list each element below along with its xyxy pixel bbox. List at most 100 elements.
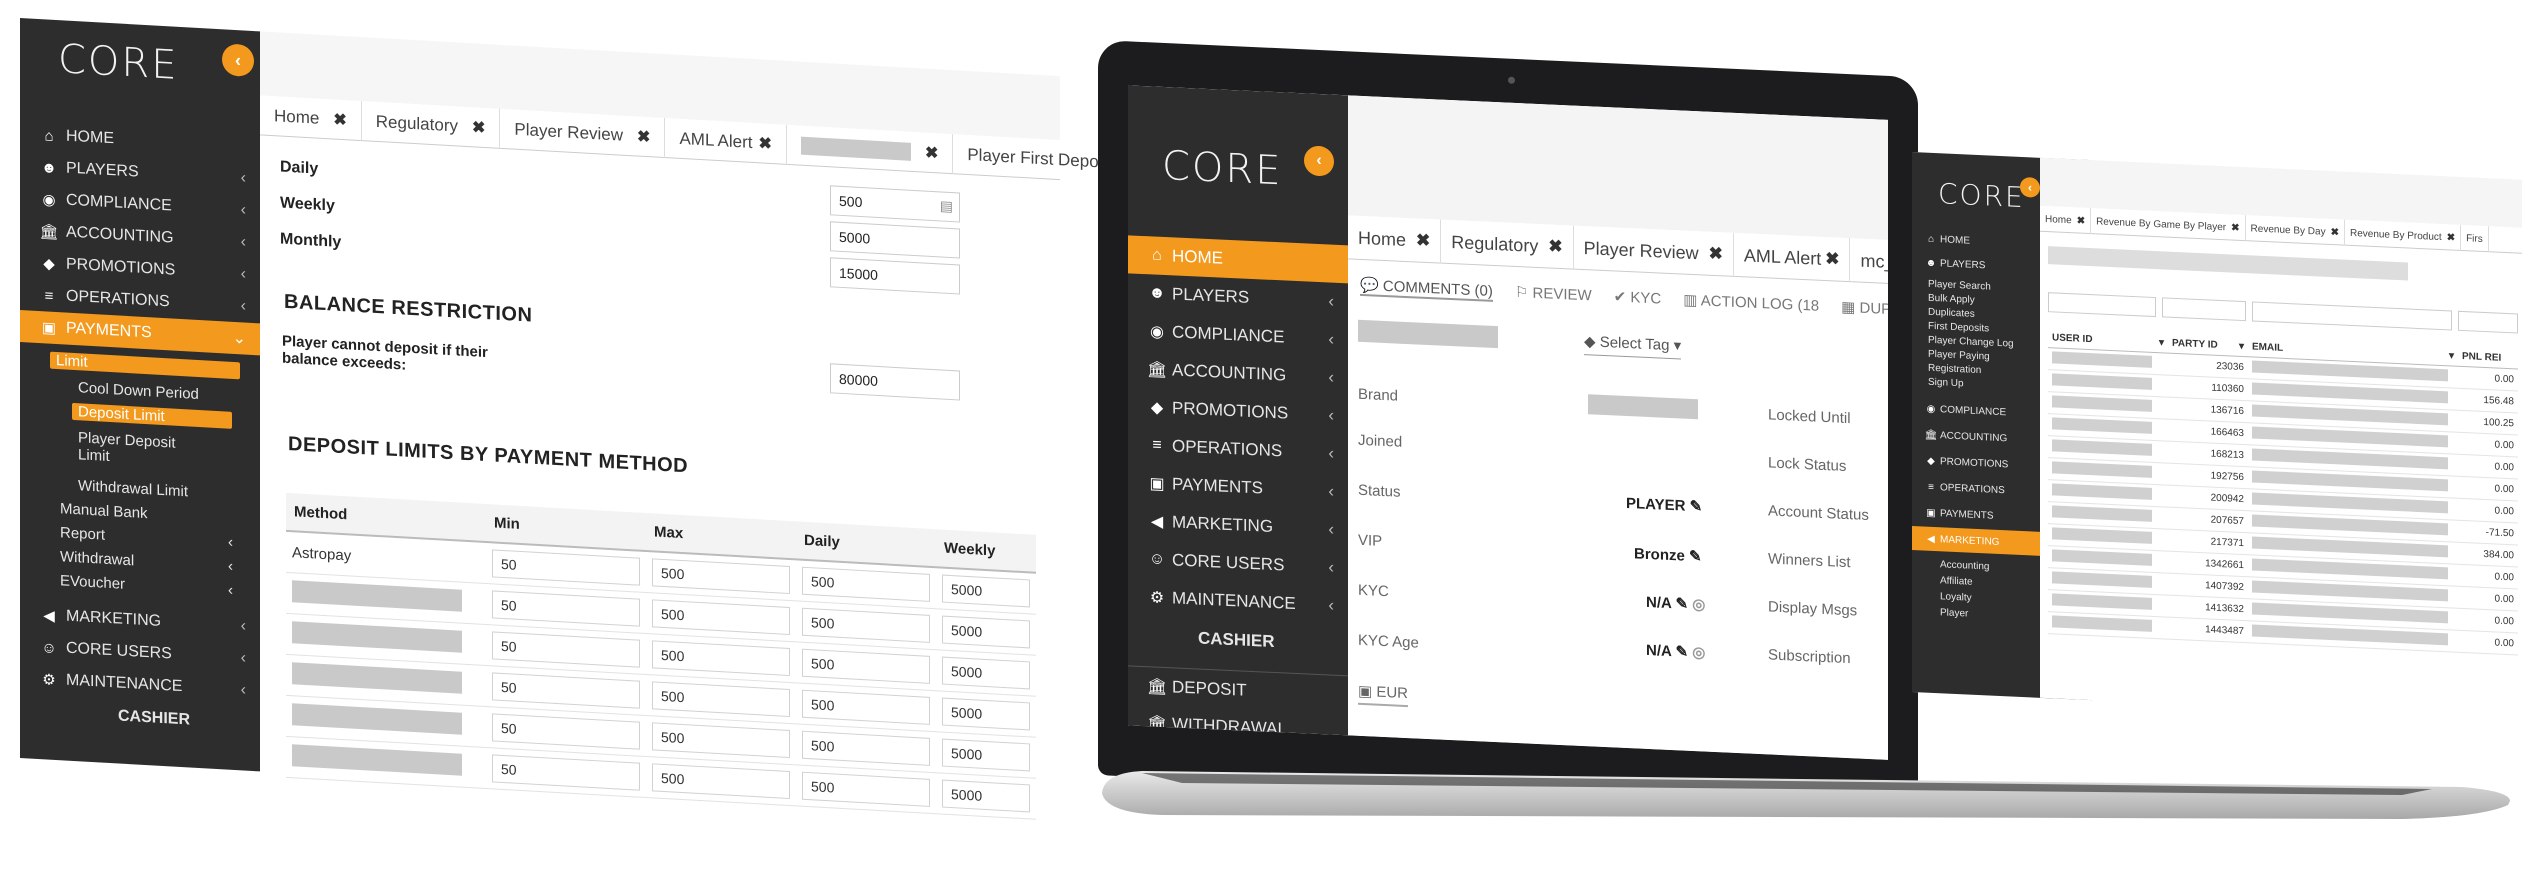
submenu-item[interactable]: Loyalty <box>1940 591 1972 603</box>
daily-input[interactable]: 500 <box>802 648 930 684</box>
tab-aml-alert[interactable]: AML Alert ✖ <box>665 118 787 165</box>
submenu-item[interactable]: Player Search <box>1928 279 1991 293</box>
weekly-input[interactable]: 5000 <box>942 656 1030 690</box>
filter-input[interactable] <box>2252 301 2452 331</box>
monthly-limit-input[interactable]: 5000 <box>830 221 960 259</box>
min-input[interactable]: 50 <box>492 672 640 709</box>
column-header-pnl[interactable]: PNL REI <box>2458 346 2518 370</box>
edit-icon[interactable]: ✎ <box>1685 548 1702 566</box>
max-input[interactable]: 500 <box>652 558 790 595</box>
min-input[interactable]: 50 <box>492 713 640 750</box>
close-icon[interactable]: ✖ <box>1825 249 1839 270</box>
sort-icon[interactable]: ▾ <box>2449 350 2454 361</box>
submenu-item[interactable]: Registration <box>1928 363 1981 376</box>
close-icon[interactable]: ✖ <box>2447 232 2455 243</box>
sort-icon[interactable]: ▾ <box>2239 341 2244 352</box>
submenu-item[interactable]: Affiliate <box>1940 575 1973 587</box>
subtab-review[interactable]: ⚐ REVIEW <box>1515 283 1592 306</box>
calendar-icon[interactable]: ▤ <box>940 197 953 215</box>
fingerprint-icon[interactable]: ◎ <box>1688 596 1705 614</box>
max-input[interactable]: 500 <box>652 640 790 677</box>
submenu-manual-bank[interactable]: Manual Bank <box>60 500 148 522</box>
select-tag-dropdown[interactable]: ◆ Select Tag ▾ <box>1584 332 1682 360</box>
daily-input[interactable]: 500 <box>802 771 930 807</box>
submenu-item[interactable]: Player Change Log <box>1928 335 2014 350</box>
tab-revenue-by-day[interactable]: Revenue By Day ✖ <box>2245 215 2345 246</box>
min-input[interactable]: 50 <box>492 590 640 627</box>
daily-input[interactable]: 500 <box>802 566 930 602</box>
weekly-input[interactable]: 5000 <box>942 697 1030 731</box>
subtab-duplicates[interactable]: ▦ DUPLICAT <box>1841 298 1888 322</box>
close-icon[interactable]: ✖ <box>1709 244 1723 265</box>
subtab-action-log[interactable]: ▥ ACTION LOG (18 <box>1683 291 1819 317</box>
extra-limit-input[interactable]: 15000 <box>830 257 960 295</box>
edit-icon[interactable]: ✎ <box>1671 595 1688 613</box>
close-icon[interactable]: ✖ <box>2331 227 2339 238</box>
daily-input[interactable]: 500 <box>802 730 930 766</box>
close-icon[interactable]: ✖ <box>637 126 650 147</box>
subtab-comments[interactable]: 💬 COMMENTS (0) <box>1360 275 1493 302</box>
submenu-item[interactable]: First Deposits <box>1928 321 1989 335</box>
edit-icon[interactable]: ✎ <box>1685 498 1703 516</box>
weekly-input[interactable]: 5000 <box>942 574 1030 608</box>
submenu-item[interactable]: Player Paying <box>1928 349 1990 363</box>
tab-revenue-by-product[interactable]: Revenue By Product ✖ <box>2344 219 2462 251</box>
submenu-deposit-limit[interactable]: Deposit Limit <box>72 402 232 429</box>
min-input[interactable]: 50 <box>492 549 640 586</box>
close-icon[interactable]: ✖ <box>759 133 772 154</box>
tab-player-review[interactable]: Player Review ✖ <box>1573 225 1734 277</box>
weekly-input[interactable]: 5000 <box>942 615 1030 649</box>
min-input[interactable]: 50 <box>492 631 640 668</box>
edit-icon[interactable]: ✎ <box>1671 643 1688 661</box>
submenu-item[interactable]: Duplicates <box>1928 307 1975 320</box>
sort-icon[interactable]: ▾ <box>2159 337 2164 348</box>
tab-regulatory[interactable]: Regulatory ✖ <box>1441 219 1574 270</box>
close-icon[interactable]: ✖ <box>472 117 485 138</box>
submenu-cool-down-period[interactable]: Cool Down Period <box>78 379 199 403</box>
filter-input[interactable] <box>2458 310 2518 334</box>
filter-input[interactable] <box>2048 292 2156 318</box>
weekly-input[interactable]: 5000 <box>942 738 1030 772</box>
daily-input[interactable]: 500 <box>802 607 930 643</box>
submenu-evoucher[interactable]: EVoucher <box>60 572 125 593</box>
submenu-item[interactable]: Accounting <box>1940 559 1989 572</box>
submenu-item[interactable]: Player <box>1940 607 1968 619</box>
submenu-limit[interactable]: Limit <box>50 351 240 380</box>
close-icon[interactable]: ✖ <box>2077 215 2085 226</box>
max-input[interactable]: 500 <box>652 722 790 759</box>
tab-aml-alert[interactable]: AML Alert ✖ <box>1733 232 1851 283</box>
tab-player[interactable]: mc_10095 <box>1850 238 1888 287</box>
submenu-withdrawal[interactable]: Withdrawal <box>60 548 134 569</box>
tab-regulatory[interactable]: Regulatory ✖ <box>361 101 501 149</box>
collapse-sidebar-button[interactable]: ‹ <box>2020 176 2040 198</box>
tab-home[interactable]: Home ✖ <box>260 95 362 142</box>
submenu-withdrawal-limit[interactable]: Withdrawal Limit <box>78 477 188 500</box>
currency-tab[interactable]: ▣ EUR <box>1358 681 1409 708</box>
filter-input[interactable] <box>2162 297 2246 322</box>
weekly-input[interactable]: 5000 <box>942 779 1030 813</box>
close-icon[interactable]: ✖ <box>2231 222 2239 233</box>
close-icon[interactable]: ✖ <box>333 110 346 131</box>
collapse-sidebar-button[interactable]: ‹ <box>1304 145 1334 177</box>
max-input[interactable]: 500 <box>652 763 790 800</box>
collapse-sidebar-button[interactable]: ‹ <box>222 43 254 78</box>
weekly-limit-input[interactable]: 500 ▤ <box>830 185 960 223</box>
submenu-report[interactable]: Report <box>60 524 105 544</box>
max-input[interactable]: 500 <box>652 681 790 718</box>
balance-restriction-input[interactable]: 80000 <box>830 363 960 401</box>
submenu-player-deposit-limit[interactable]: Player Deposit Limit <box>78 429 176 468</box>
min-input[interactable]: 50 <box>492 754 640 791</box>
tab-home[interactable]: Home ✖ <box>2040 205 2092 235</box>
tab-home[interactable]: Home ✖ <box>1348 215 1442 264</box>
submenu-item[interactable]: Bulk Apply <box>1928 293 1975 306</box>
fingerprint-icon[interactable]: ◎ <box>1688 644 1705 662</box>
max-input[interactable]: 500 <box>652 599 790 636</box>
close-icon[interactable]: ✖ <box>1548 236 1562 257</box>
close-icon[interactable]: ✖ <box>925 143 938 164</box>
daily-input[interactable]: 500 <box>802 689 930 725</box>
subtab-kyc[interactable]: ✔ KYC <box>1614 287 1662 309</box>
tab-player-review[interactable]: Player Review ✖ <box>500 108 666 159</box>
close-icon[interactable]: ✖ <box>1416 230 1430 251</box>
tab-redacted[interactable]: ✖ <box>786 124 954 175</box>
tab-first[interactable]: Firs <box>2461 224 2489 253</box>
